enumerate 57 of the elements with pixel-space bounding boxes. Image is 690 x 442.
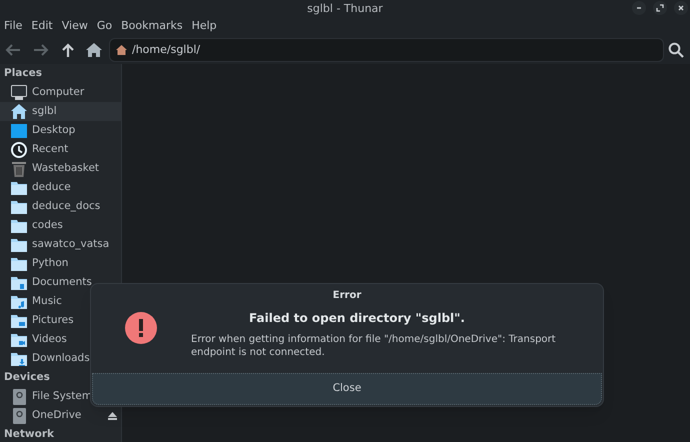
- drive-icon: [12, 388, 26, 404]
- sidebar-item[interactable]: Computer: [0, 83, 121, 102]
- trash-icon: [12, 160, 26, 176]
- pictures-folder-icon: [11, 314, 27, 328]
- drive-icon: [12, 408, 26, 424]
- menu-item[interactable]: Bookmarks: [118, 18, 186, 34]
- home-icon: [116, 45, 127, 55]
- monitor-icon: [11, 85, 27, 100]
- eject-icon[interactable]: [108, 412, 117, 420]
- sidebar-item[interactable]: OneDrive: [0, 406, 121, 425]
- folder-icon: [11, 200, 27, 214]
- sidebar-item[interactable]: Desktop: [0, 121, 121, 140]
- minimize-icon[interactable]: [632, 1, 646, 15]
- menu-item[interactable]: Help: [188, 18, 220, 34]
- menu-item[interactable]: Edit: [28, 18, 56, 34]
- dialog-heading: Failed to open directory "sglbl".: [249, 310, 466, 327]
- up-arrow-icon[interactable]: [60, 42, 76, 58]
- documents-folder-icon: [11, 276, 27, 290]
- menu-item[interactable]: View: [58, 18, 91, 34]
- section-header: Devices: [4, 370, 50, 385]
- sidebar-item[interactable]: Documents: [0, 273, 121, 292]
- sidebar-item[interactable]: Music: [0, 292, 121, 311]
- close-button[interactable]: Close: [92, 373, 602, 405]
- folder-icon: [11, 218, 27, 232]
- section-header: Network: [4, 426, 54, 442]
- folder-icon: [11, 238, 27, 252]
- home-icon: [11, 104, 27, 119]
- sidebar-item[interactable]: deduce_docs: [0, 197, 121, 216]
- section-header: Places: [4, 66, 42, 81]
- location-field[interactable]: /home/sglbl/: [109, 38, 664, 62]
- desktop-icon: [11, 124, 27, 138]
- sidebar-item[interactable]: codes: [0, 216, 121, 235]
- error-icon: [125, 312, 157, 344]
- sidebar-item[interactable]: Pictures: [0, 311, 121, 330]
- sidebar-item[interactable]: sawatco_vatsa: [0, 235, 121, 254]
- sidebar-item[interactable]: Wastebasket: [0, 159, 121, 178]
- downloads-folder-icon: [11, 352, 27, 366]
- sidebar-item[interactable]: sglbl: [0, 102, 121, 121]
- maximize-icon[interactable]: [653, 1, 667, 15]
- search-icon[interactable]: [668, 42, 684, 58]
- close-icon[interactable]: [674, 1, 688, 15]
- sidebar-item[interactable]: Downloads: [0, 349, 121, 368]
- videos-folder-icon: [11, 332, 27, 346]
- sidebar-item[interactable]: deduce: [0, 178, 121, 197]
- folder-icon: [11, 180, 27, 194]
- sidebar-item[interactable]: Videos: [0, 330, 121, 349]
- window-title: sglbl - Thunar: [307, 2, 383, 14]
- home-icon[interactable]: [86, 42, 102, 58]
- sidebar-item[interactable]: Python: [0, 254, 121, 273]
- music-folder-icon: [11, 294, 27, 308]
- menu-item[interactable]: File: [1, 18, 26, 34]
- menu-item[interactable]: Go: [94, 18, 116, 34]
- folder-icon: [11, 256, 27, 270]
- sidebar-item[interactable]: Recent: [0, 140, 121, 159]
- clock-icon: [11, 142, 27, 158]
- dialog-message: Error when getting information for file "/home/sglbl/OneDrive": Transport endpoint is not connected.: [191, 333, 557, 359]
- dialog-title: Error: [332, 288, 362, 302]
